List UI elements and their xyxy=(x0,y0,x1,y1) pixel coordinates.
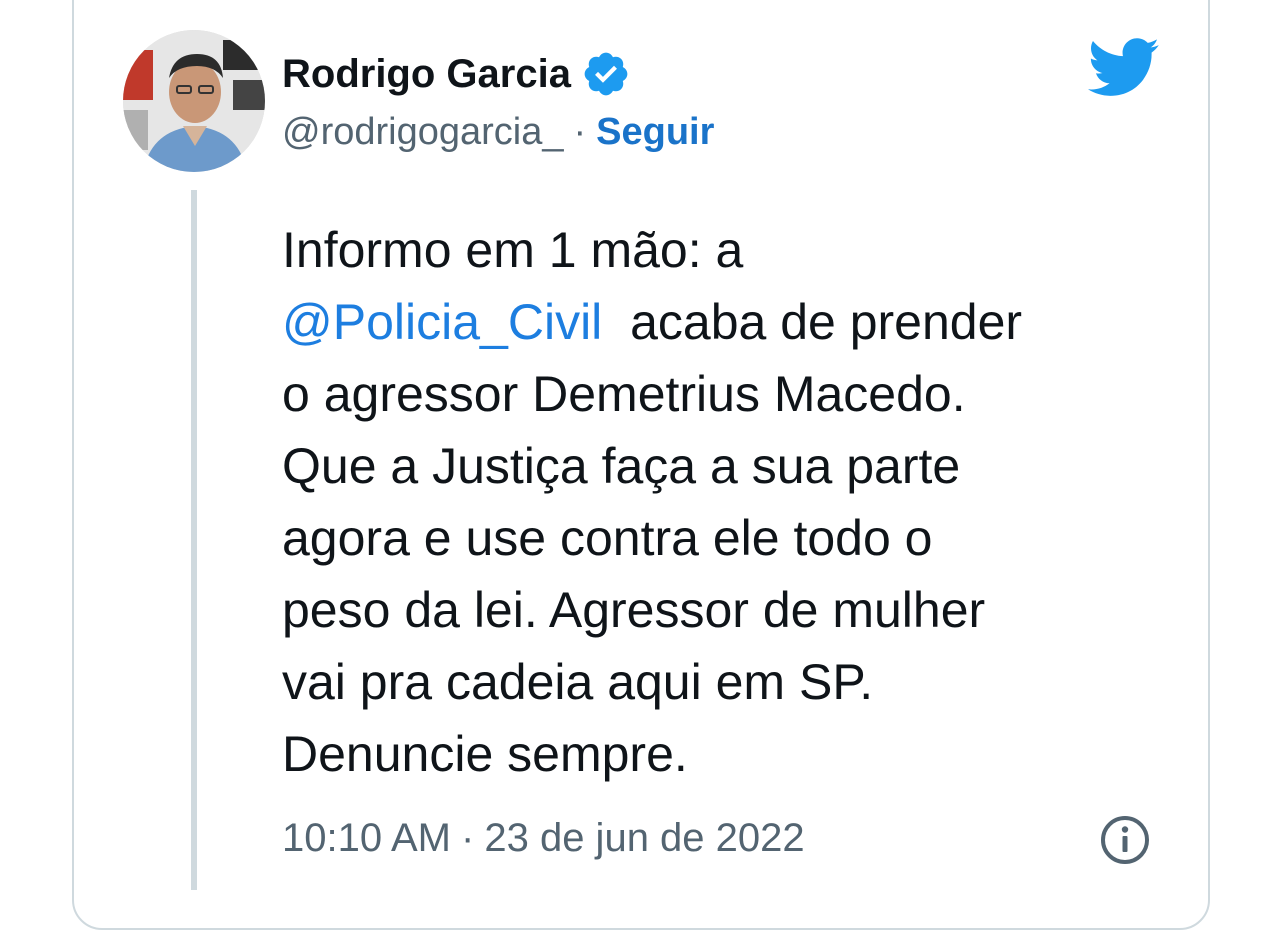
mention-link[interactable]: @Policia_Civil xyxy=(282,294,602,350)
tweet-date[interactable]: 23 de jun de 2022 xyxy=(484,816,804,861)
tweet-line: Que a Justiça faça a sua parte xyxy=(282,438,961,494)
avatar-photo xyxy=(123,30,265,172)
display-name[interactable]: Rodrigo Garcia xyxy=(282,52,571,97)
tweet-time[interactable]: 10:10 AM xyxy=(282,816,451,861)
handle[interactable]: @rodrigogarcia_ xyxy=(282,111,564,154)
tweet-line: peso da lei. Agressor de mulher xyxy=(282,582,986,638)
timestamp-row: 10:10 AM · 23 de jun de 2022 xyxy=(282,810,805,866)
tweet-line-text: acaba de prender xyxy=(630,294,1023,350)
info-icon[interactable] xyxy=(1099,814,1151,866)
tweet-line: o agressor Demetrius Macedo. xyxy=(282,366,966,422)
tweet-line: agora e use contra ele todo o xyxy=(282,510,933,566)
avatar[interactable] xyxy=(123,30,265,172)
handle-row: @rodrigogarcia_ · Seguir xyxy=(282,104,714,160)
separator-dot: · xyxy=(573,110,587,153)
twitter-bird-icon[interactable] xyxy=(1088,38,1160,98)
tweet-line: Informo em 1 mão: a xyxy=(282,222,744,278)
separator-dot: · xyxy=(461,815,475,860)
tweet-line: vai pra cadeia aqui em SP. xyxy=(282,654,874,710)
tweet-line: Denuncie sempre. xyxy=(282,726,688,782)
author-name-row: Rodrigo Garcia xyxy=(282,44,631,104)
verified-badge-icon xyxy=(581,49,631,99)
tweet-line: @Policia_Civil acaba de prender xyxy=(282,286,1182,358)
tweet-text: Informo em 1 mão: a @Policia_Civil acaba… xyxy=(282,214,1182,790)
follow-button[interactable]: Seguir xyxy=(596,111,714,154)
thread-line xyxy=(191,190,197,890)
